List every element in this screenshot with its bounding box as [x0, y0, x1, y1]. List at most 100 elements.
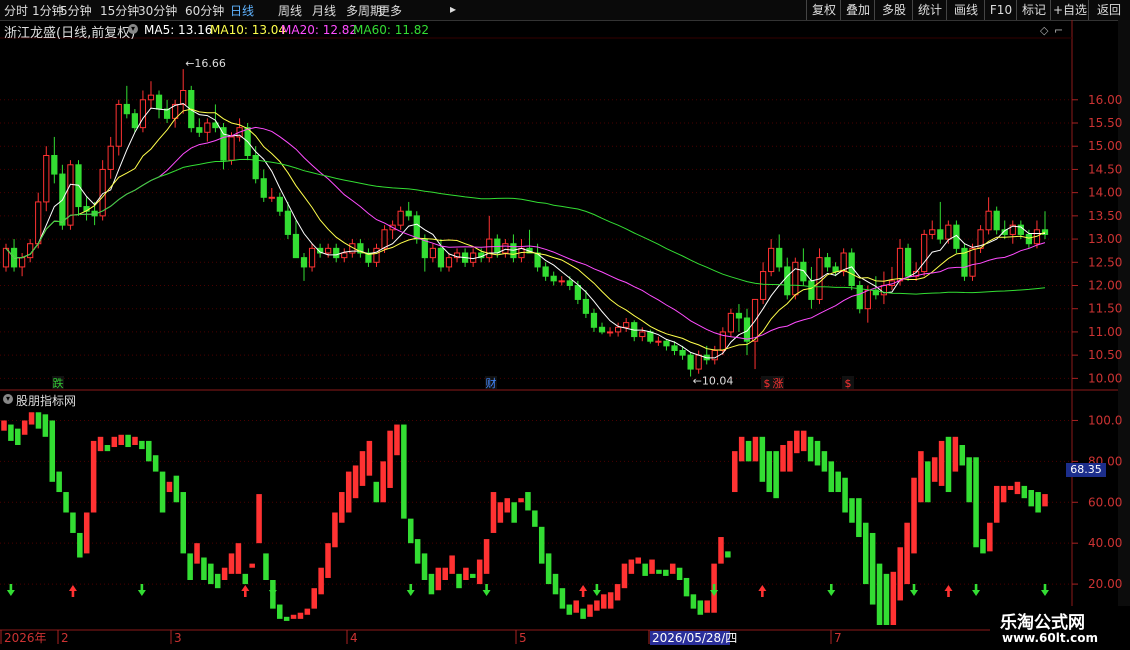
- candle: [163, 99, 171, 123]
- candle: [139, 90, 147, 133]
- indicator-bar: [442, 567, 448, 580]
- date-label: 2026年: [4, 631, 47, 645]
- indicator-bar: [787, 440, 793, 472]
- indicator-bar: [449, 555, 455, 574]
- candle: [550, 271, 557, 286]
- indicator-bar: [21, 420, 28, 435]
- candle-body: [550, 275, 557, 282]
- indicator-bar: [387, 430, 393, 488]
- indicator-bar: [1028, 490, 1034, 507]
- candle-body: [220, 127, 227, 161]
- indicator-bar: [118, 434, 124, 445]
- indicator-bar: [745, 440, 752, 462]
- indicator-bar: [35, 412, 42, 429]
- candle: [985, 197, 992, 235]
- candle-body: [993, 210, 1000, 231]
- indicator-bar: [235, 543, 242, 574]
- event-marker[interactable]: $: [764, 377, 771, 390]
- indicator-bar: [642, 563, 648, 576]
- candle-body: [735, 312, 743, 319]
- indicator-bar: [359, 451, 366, 486]
- indicator-bar: [401, 424, 407, 519]
- indicator-bar: [883, 573, 890, 625]
- candle: [518, 239, 525, 263]
- ma-line-ma60: [5, 158, 1046, 295]
- candle-body: [985, 210, 992, 231]
- indicator-bar: [1042, 494, 1048, 507]
- indicator-bar: [821, 451, 828, 472]
- event-marker[interactable]: 财: [486, 376, 497, 390]
- indicator-bar: [380, 461, 386, 503]
- up-arrow-icon: [68, 585, 77, 597]
- indicator-bar: [311, 588, 317, 609]
- indicator-bar: [538, 526, 545, 564]
- indicator-bar: [614, 584, 621, 601]
- indicator-bar: [56, 471, 62, 493]
- indicator-bar: [518, 498, 524, 503]
- indicator-bar: [621, 563, 628, 589]
- candle: [1009, 220, 1016, 244]
- candle: [502, 239, 509, 258]
- candle: [880, 271, 888, 305]
- chart-canvas[interactable]: 16.00 15.50 15.00 14.50 14.00 13.50 13.00 12.50…: [0, 0, 1130, 650]
- candle: [51, 136, 58, 184]
- candle: [180, 69, 187, 114]
- candle: [751, 298, 759, 370]
- candle-body: [655, 340, 662, 343]
- chevron-down-icon[interactable]: ▾: [128, 24, 138, 34]
- event-marker[interactable]: 涨: [773, 377, 784, 390]
- indicator-bar: [428, 573, 435, 595]
- indicator-bar: [683, 577, 690, 597]
- watermark: 乐淘公式网 www.60lt.com: [990, 606, 1130, 650]
- indicator-bar: [470, 573, 476, 578]
- candle: [300, 253, 308, 281]
- indicator-bar: [945, 436, 952, 493]
- indicator-bar: [111, 436, 118, 448]
- event-marker[interactable]: $: [845, 377, 852, 390]
- candle-body: [107, 145, 114, 170]
- indicator-bar: [256, 494, 262, 544]
- candle-body: [921, 233, 928, 273]
- candle: [2, 243, 10, 272]
- ma-legend-1: MA10: 13.04: [210, 23, 287, 37]
- indicator-bar: [242, 573, 249, 585]
- indicator-tick-label: 20.00: [1088, 577, 1122, 591]
- candle-body: [51, 155, 58, 175]
- indicator-bar: [139, 440, 145, 450]
- candle-body: [308, 247, 316, 268]
- chevron-down-icon[interactable]: ▾: [3, 394, 13, 404]
- indicator-bar: [435, 567, 442, 591]
- date-label: 3: [174, 631, 182, 645]
- candle: [389, 220, 396, 240]
- indicator-bar: [1, 420, 7, 431]
- indicator-bar: [849, 498, 855, 523]
- price-tick-label: 13.50: [1088, 209, 1122, 223]
- indicator-bar: [180, 492, 187, 554]
- indicator-bar: [476, 559, 483, 585]
- indicator-bar: [1007, 485, 1014, 490]
- candle: [929, 220, 936, 240]
- candle-body: [864, 289, 871, 310]
- candle: [639, 327, 646, 342]
- indicator-bar: [483, 539, 490, 574]
- up-arrow-icon: [579, 585, 588, 597]
- candle: [961, 243, 968, 281]
- ma-legend-3: MA60: 11.82: [353, 23, 430, 37]
- indicator-bars: [1, 412, 1048, 625]
- indicator-bar: [807, 436, 814, 462]
- candle: [486, 215, 493, 263]
- indicator-bar: [897, 547, 903, 601]
- price-tick-label: 16.00: [1088, 93, 1122, 107]
- indicator-bar: [580, 608, 586, 619]
- indicator-bar: [938, 440, 945, 486]
- candle: [155, 90, 163, 119]
- candle-body: [67, 164, 74, 226]
- candle: [913, 262, 920, 281]
- indicator-bar: [725, 551, 731, 558]
- indicator-bar: [952, 436, 959, 472]
- event-marker[interactable]: 跌: [53, 376, 64, 390]
- stock-title: 浙江龙盛(日线,前复权): [4, 26, 136, 41]
- candle-body: [647, 331, 654, 342]
- indicator-bar: [573, 600, 579, 613]
- candle-body: [945, 224, 952, 240]
